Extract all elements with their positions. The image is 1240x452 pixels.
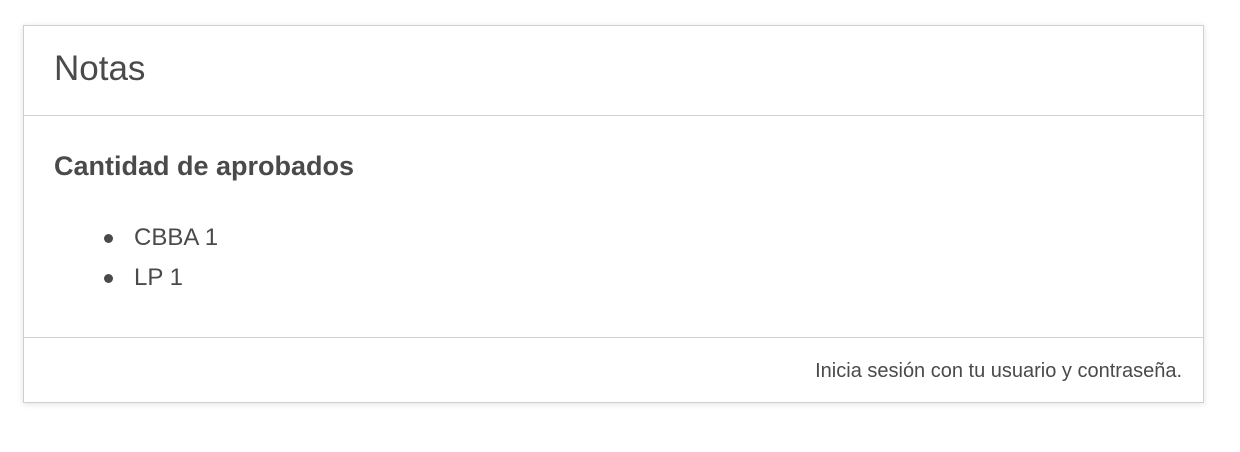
list-item: LP 1 (104, 258, 1173, 298)
notes-card: Notas Cantidad de aprobados CBBA 1 LP 1 … (23, 25, 1204, 403)
card-header: Notas (24, 26, 1203, 116)
card-body: Cantidad de aprobados CBBA 1 LP 1 (24, 116, 1203, 338)
page-title: Notas (54, 49, 146, 88)
bullet-icon (104, 233, 113, 243)
login-hint-text: Inicia sesión con tu usuario y contraseñ… (815, 359, 1182, 382)
list-item-label: LP 1 (134, 264, 183, 291)
list-item: CBBA 1 (104, 218, 1173, 258)
section-heading: Cantidad de aprobados (54, 151, 355, 181)
card-footer: Inicia sesión con tu usuario y contraseñ… (24, 338, 1203, 402)
bullet-icon (104, 273, 113, 283)
list-item-label: CBBA 1 (134, 224, 219, 251)
approved-list: CBBA 1 LP 1 (54, 218, 1173, 298)
